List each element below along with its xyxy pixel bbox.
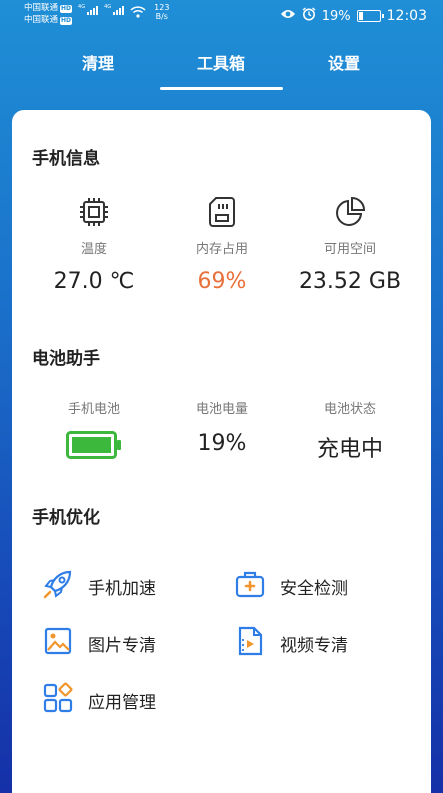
phone-speedup-button[interactable]: 手机加速 <box>42 568 156 604</box>
wifi-icon <box>130 5 146 22</box>
apps-grid-icon <box>42 682 74 718</box>
phone-battery-label: 手机电池 <box>67 402 120 417</box>
battery-status-stat: 电池状态 充电中 <box>280 398 420 463</box>
hd-badge-2: HD <box>60 16 73 25</box>
battery-level-value: 19% <box>197 431 247 456</box>
active-tab-indicator <box>160 87 283 90</box>
tab-bar: 清理 工具箱 设置 <box>0 40 443 92</box>
carrier-name-1: 中国联通 <box>24 3 59 13</box>
rocket-icon <box>42 568 74 604</box>
video-file-icon <box>234 625 266 661</box>
sd-card-icon <box>152 194 292 230</box>
phone-battery-stat: 手机电池 <box>24 398 164 459</box>
memory-stat: 内存占用 69% <box>152 194 292 294</box>
image-clean-label: 图片专清 <box>88 635 156 656</box>
battery-level-stat: 电池电量 19% <box>152 398 292 456</box>
signal-icon: 4G <box>78 5 99 15</box>
alarm-icon <box>302 7 316 25</box>
app-management-label: 应用管理 <box>88 692 156 713</box>
tab-settings[interactable]: 设置 <box>284 50 404 74</box>
temperature-label: 温度 <box>80 242 107 257</box>
signal-icon-2: 4G <box>104 5 125 15</box>
hd-badge-1: HD <box>60 4 73 13</box>
battery-level-label: 电池电量 <box>195 402 248 417</box>
battery-full-icon <box>24 431 164 459</box>
chip-icon <box>24 194 164 230</box>
image-icon <box>42 625 74 661</box>
battery-status-value: 充电中 <box>316 437 383 462</box>
temperature-value: 27.0 ℃ <box>53 269 135 294</box>
eye-icon <box>280 8 296 24</box>
clock: 12:03 <box>386 8 427 24</box>
memory-label: 内存占用 <box>195 242 248 257</box>
storage-stat: 可用空间 23.52 GB <box>280 194 420 294</box>
pie-chart-icon <box>280 194 420 230</box>
content-card: 手机信息 温度 27.0 ℃ 内存占用 69% 可用空间 23.52 GB 电池… <box>12 110 431 793</box>
app-management-button[interactable]: 应用管理 <box>42 682 156 718</box>
battery-percent: 19% <box>321 8 351 24</box>
first-aid-kit-icon <box>234 568 266 604</box>
carrier-name-2: 中国联通 <box>24 15 59 25</box>
tab-toolbox[interactable]: 工具箱 <box>161 50 281 74</box>
image-clean-button[interactable]: 图片专清 <box>42 625 156 661</box>
battery-status-label: 电池状态 <box>323 402 376 417</box>
network-speed: 123 B/s <box>154 3 170 21</box>
tab-clean[interactable]: 清理 <box>38 50 158 74</box>
video-clean-button[interactable]: 视频专清 <box>234 625 348 661</box>
status-bar: 中国联通 HD 中国联通 HD 4G 4G 123 B/s 19% 12:03 <box>0 0 443 32</box>
storage-value: 23.52 GB <box>298 269 402 294</box>
battery-icon <box>356 10 384 22</box>
battery-assistant-title: 电池助手 <box>32 349 100 369</box>
video-clean-label: 视频专清 <box>280 635 348 656</box>
security-check-button[interactable]: 安全检测 <box>234 568 348 604</box>
optimize-title: 手机优化 <box>32 508 100 528</box>
temperature-stat: 温度 27.0 ℃ <box>24 194 164 294</box>
memory-value: 69% <box>197 269 247 294</box>
phone-speedup-label: 手机加速 <box>88 578 156 599</box>
phone-info-title: 手机信息 <box>32 149 100 169</box>
storage-label: 可用空间 <box>323 242 376 257</box>
security-check-label: 安全检测 <box>280 578 348 599</box>
